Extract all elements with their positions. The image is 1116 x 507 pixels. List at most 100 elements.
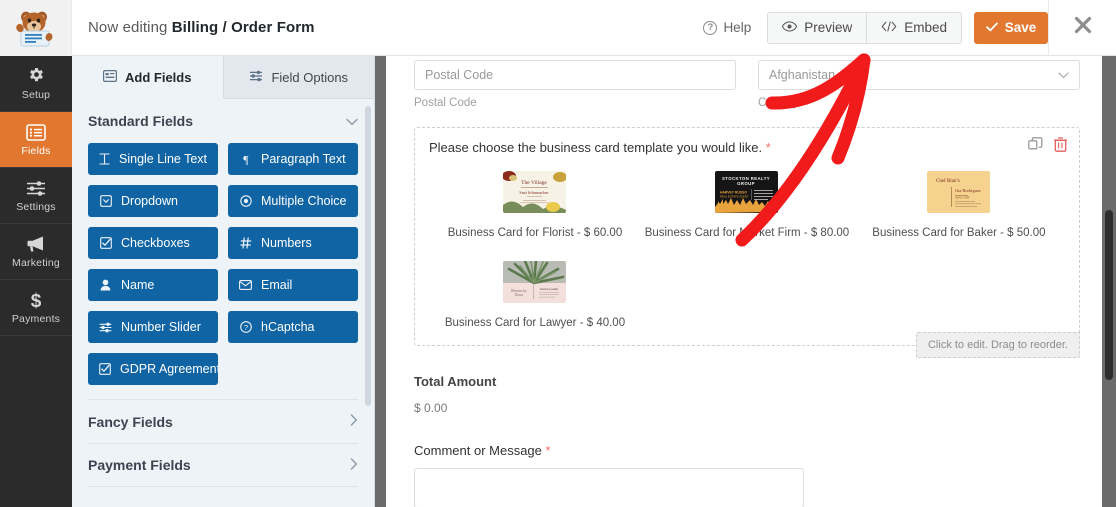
postal-code-sublabel: Postal Code [414, 97, 477, 109]
check-icon [985, 20, 998, 35]
sidebar-item-label: Fields [21, 145, 51, 157]
close-builder-button[interactable] [1048, 0, 1116, 56]
postal-code-field: Postal Code Postal Code [414, 60, 736, 109]
svg-text:Suzi Schumacher: Suzi Schumacher [520, 190, 550, 195]
field-button-gdpr-agreement[interactable]: GDPR Agreement [88, 353, 218, 385]
comment-label-text: Comment or Message [414, 443, 542, 458]
field-button-hcaptcha[interactable]: ? hCaptcha [228, 311, 358, 343]
business-card-choice-field[interactable]: Please choose the business card template… [414, 127, 1080, 358]
tab-field-options[interactable]: Field Options [223, 56, 374, 99]
tab-label: Field Options [271, 69, 349, 85]
sidebar-item-fields[interactable]: Fields [0, 112, 72, 168]
preview-button[interactable]: Preview [767, 11, 867, 44]
code-brackets-icon [881, 20, 897, 35]
standard-fields-header[interactable]: Standard Fields [88, 99, 358, 143]
duplicate-icon[interactable] [1028, 137, 1043, 157]
panel-scrollbar[interactable] [365, 106, 371, 406]
card-options-grid: The Village Suzi Schumacher Business Car… [429, 171, 1065, 329]
sidebar-item-settings[interactable]: Settings [0, 168, 72, 224]
list-icon [26, 122, 46, 142]
help-label: Help [723, 20, 752, 35]
field-button-numbers[interactable]: Numbers [228, 227, 358, 259]
accordion-label: Payment Fields [88, 457, 191, 473]
drag-hint-tooltip: Click to edit. Drag to reorder. [915, 332, 1080, 358]
accordion-payment-fields[interactable]: Payment Fields [88, 443, 358, 487]
field-button-label: Email [261, 278, 293, 292]
field-button-label: Multiple Choice [261, 194, 347, 208]
field-button-label: hCaptcha [261, 320, 315, 334]
add-fields-panel: Add Fields Field Options Standard Fields [72, 56, 375, 507]
form-scrollbar-thumb[interactable] [1105, 210, 1113, 380]
field-button-label: Single Line Text [119, 152, 208, 166]
app-logo [0, 0, 72, 56]
total-amount-value: $ 0.00 [414, 401, 448, 415]
card-option[interactable]: Blooms by Dawn Aaron Leads Business Card… [429, 261, 641, 329]
choice-field-label: Please choose the business card template… [429, 140, 1065, 155]
field-button-dropdown[interactable]: Dropdown [88, 185, 218, 217]
field-actions [1028, 137, 1068, 157]
country-select[interactable]: Afghanistan [758, 60, 1080, 90]
field-button-multiple-choice[interactable]: Multiple Choice [228, 185, 358, 217]
field-button-label: Dropdown [121, 194, 178, 208]
save-button[interactable]: Save [974, 11, 1048, 44]
sidebar-item-marketing[interactable]: Marketing [0, 224, 72, 280]
add-fields-icon [103, 69, 118, 85]
card-option-caption: Business Card for Market Firm - $ 80.00 [644, 227, 850, 239]
field-button-name[interactable]: Name [88, 269, 218, 301]
card-option-caption: Business Card for Baker - $ 50.00 [872, 227, 1046, 239]
svg-text:GROUP: GROUP [738, 181, 756, 186]
comment-textarea[interactable] [414, 468, 804, 507]
dropdown-icon [99, 195, 112, 207]
card-option[interactable]: The Village Suzi Schumacher Business Car… [429, 171, 641, 239]
comment-field-label: Comment or Message * [414, 443, 1080, 458]
sidebar-item-setup[interactable]: Setup [0, 56, 72, 112]
country-value: Afghanistan [769, 68, 836, 82]
captcha-icon: ? [239, 321, 252, 333]
svg-text:?: ? [243, 323, 247, 332]
field-button-number-slider[interactable]: Number Slider [88, 311, 218, 343]
postal-code-input[interactable]: Postal Code [414, 60, 736, 90]
sliders-icon [26, 178, 46, 198]
lawyer-card-thumbnail: Blooms by Dawn Aaron Leads [503, 261, 567, 303]
wpforms-bear-mascot-icon [15, 8, 57, 48]
dollar-icon: $ [29, 290, 43, 310]
field-button-label: GDPR Agreement [120, 362, 218, 376]
card-option[interactable]: STOCKTON REALTY GROUP HARVEY RUSSO REAL … [641, 171, 853, 239]
help-button[interactable]: ? Help [689, 20, 765, 35]
user-icon [99, 279, 112, 291]
radio-icon [239, 195, 252, 207]
svg-text:Aaron Leads: Aaron Leads [540, 287, 559, 291]
svg-text:$: $ [31, 291, 42, 310]
panel-divider[interactable] [375, 56, 386, 507]
field-button-single-line-text[interactable]: Single Line Text [88, 143, 218, 175]
field-button-checkboxes[interactable]: Checkboxes [88, 227, 218, 259]
gear-icon [27, 66, 46, 86]
field-button-paragraph-text[interactable]: ¶ Paragraph Text [228, 143, 358, 175]
embed-label: Embed [904, 20, 947, 35]
preview-label: Preview [804, 20, 853, 35]
sidebar-item-label: Setup [21, 89, 51, 101]
field-buttons-grid: Single Line Text ¶ Paragraph Text Dropdo… [88, 143, 358, 385]
sidebar-item-payments[interactable]: $ Payments [0, 280, 72, 336]
accordion-fancy-fields[interactable]: Fancy Fields [88, 399, 358, 443]
card-option-caption: Business Card for Lawyer - $ 40.00 [444, 317, 626, 329]
preview-embed-group: Preview Embed [767, 11, 962, 44]
trash-icon[interactable] [1053, 137, 1068, 157]
panel-tabs: Add Fields Field Options [72, 56, 374, 99]
megaphone-icon [26, 234, 47, 254]
tab-add-fields[interactable]: Add Fields [72, 56, 224, 99]
chevron-down-icon [1058, 68, 1069, 82]
chevron-down-icon [346, 114, 358, 129]
text-cursor-icon [99, 153, 110, 165]
svg-text:Chef Blair's: Chef Blair's [936, 179, 960, 184]
svg-text:HEAD CHEF: HEAD CHEF [955, 196, 970, 200]
required-mark: * [765, 140, 771, 155]
form-preview: Postal Code Postal Code Afghanistan Coun… [386, 56, 1108, 507]
card-option[interactable]: Chef Blair's Gia Rodriguez HEAD CHEF Bus… [853, 171, 1065, 239]
field-button-email[interactable]: Email [228, 269, 358, 301]
florist-card-thumbnail: The Village Suzi Schumacher [503, 171, 567, 213]
total-amount-label: Total Amount [414, 374, 497, 389]
chevron-right-icon [350, 414, 358, 429]
embed-button[interactable]: Embed [866, 11, 962, 44]
page-title: Now editing Billing / Order Form [88, 19, 315, 36]
